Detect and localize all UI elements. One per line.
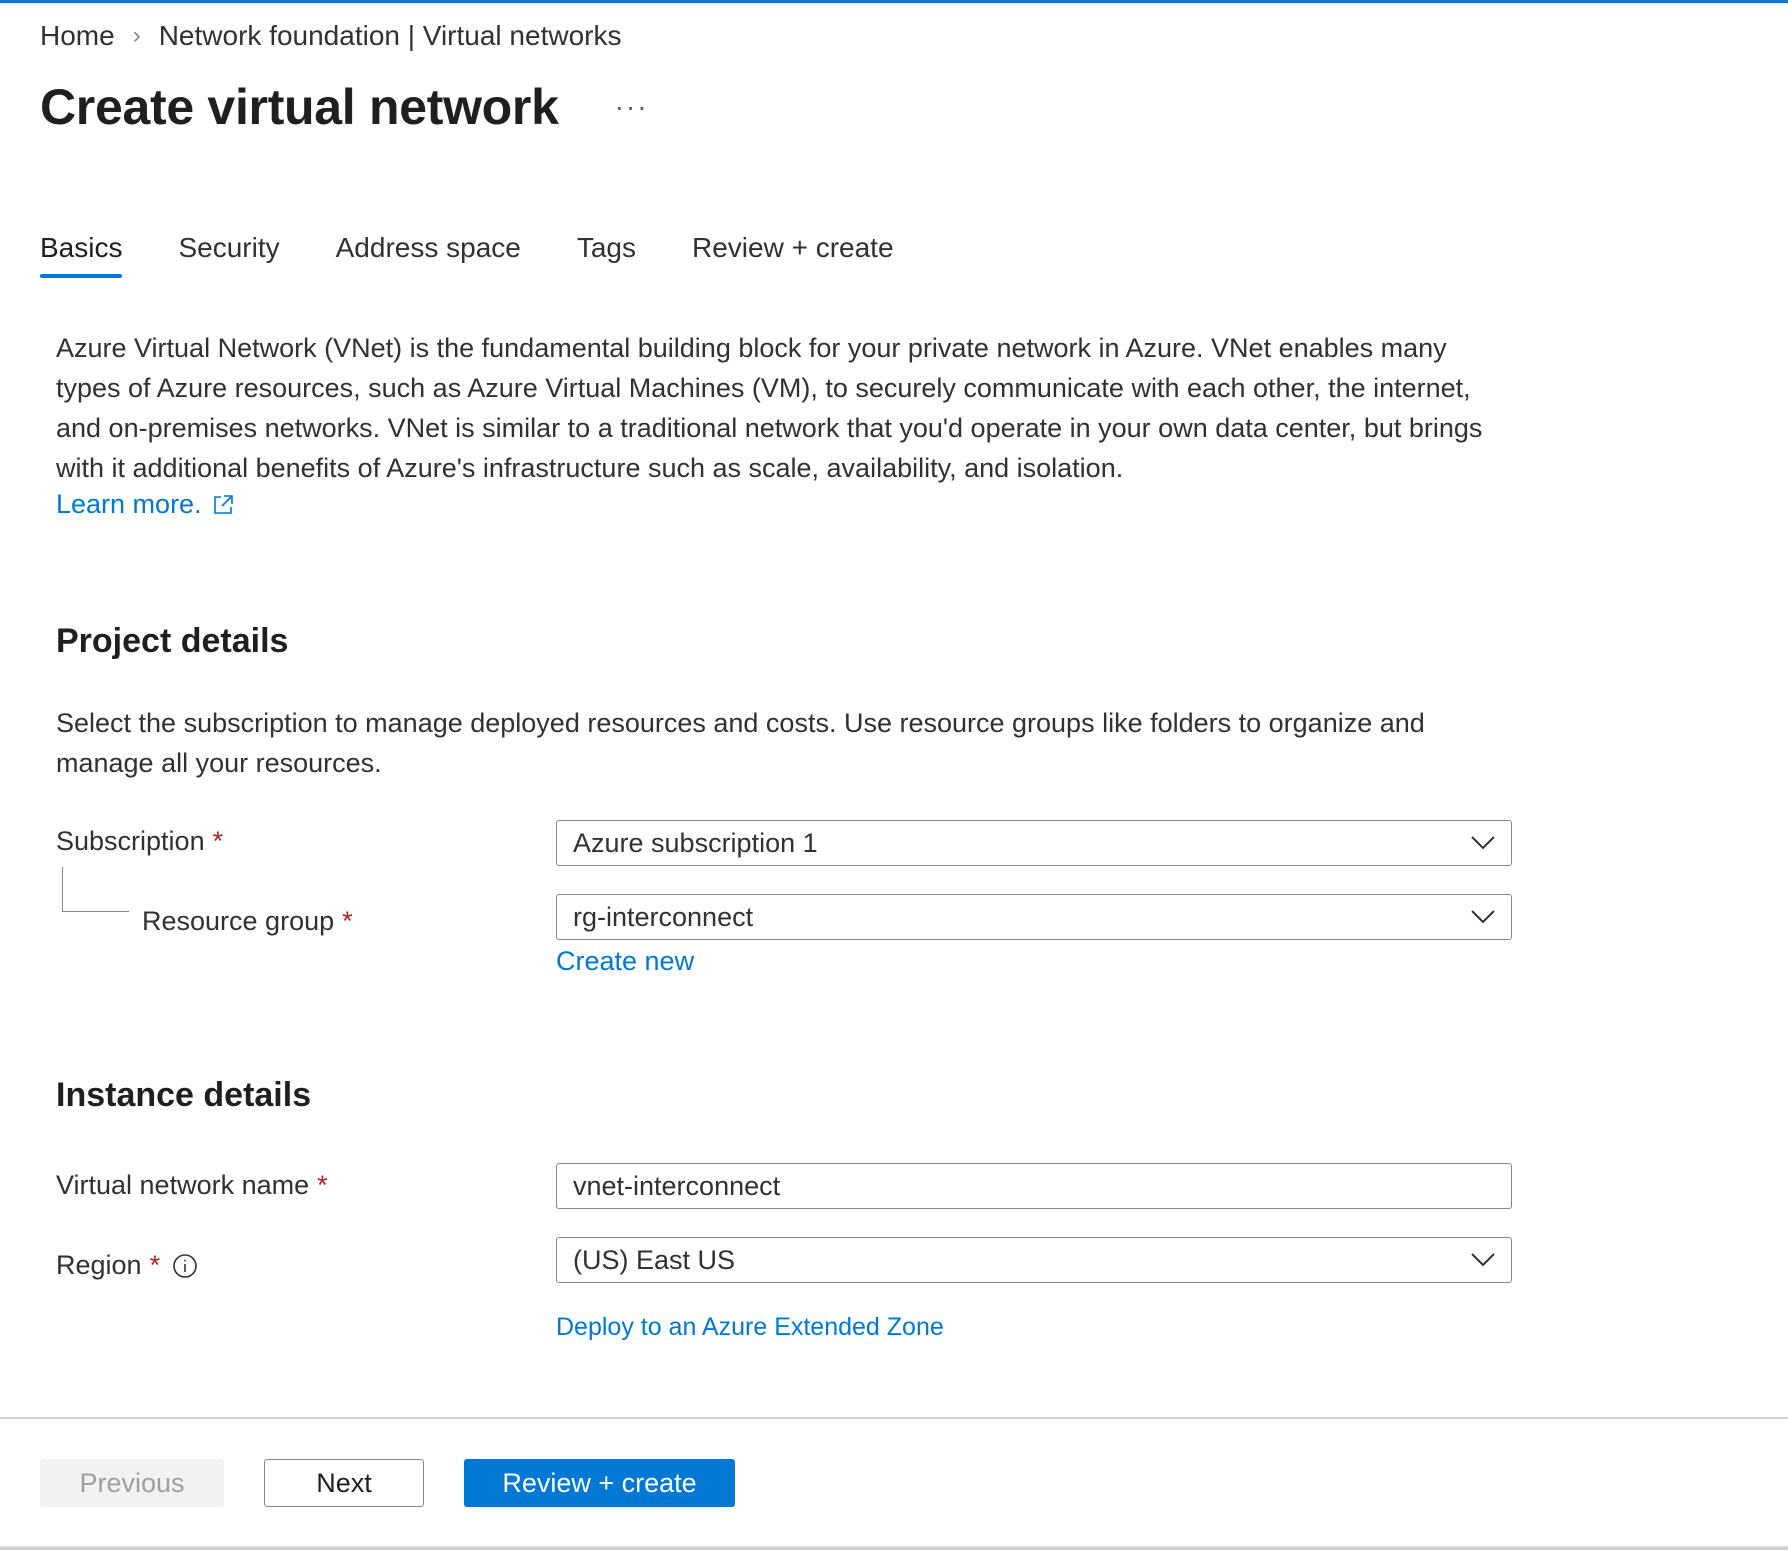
breadcrumb-parent-link[interactable]: Network foundation | Virtual networks xyxy=(159,20,622,52)
resource-group-label-text: Resource group xyxy=(142,906,335,936)
project-details-description: Select the subscription to manage deploy… xyxy=(56,708,1425,778)
top-accent-bar xyxy=(0,0,1788,3)
resource-group-dropdown[interactable]: rg-interconnect xyxy=(556,894,1512,940)
region-label-text: Region xyxy=(56,1250,142,1280)
subscription-dropdown[interactable]: Azure subscription 1 xyxy=(556,820,1512,866)
breadcrumb-home-link[interactable]: Home xyxy=(40,20,115,52)
project-details-heading: Project details xyxy=(56,622,289,660)
info-icon[interactable] xyxy=(172,1253,198,1279)
vnet-name-value: vnet-interconnect xyxy=(573,1170,781,1201)
region-label: Region * xyxy=(56,1250,198,1281)
region-dropdown[interactable]: (US) East US xyxy=(556,1237,1512,1283)
tab-tags[interactable]: Tags xyxy=(577,232,636,276)
resource-group-label: Resource group * xyxy=(142,906,353,937)
page-title: Create virtual network xyxy=(40,79,559,135)
bottom-edge xyxy=(0,1546,1788,1550)
tab-address-space[interactable]: Address space xyxy=(336,232,521,276)
vnet-name-input[interactable]: vnet-interconnect xyxy=(556,1163,1512,1209)
create-virtual-network-page: Home › Network foundation | Virtual netw… xyxy=(0,0,1788,1550)
chevron-down-icon xyxy=(1469,829,1497,857)
subscription-value: Azure subscription 1 xyxy=(573,827,818,858)
wizard-tabs: Basics Security Address space Tags Revie… xyxy=(40,232,950,278)
required-marker: * xyxy=(149,1250,161,1280)
tree-connector-line xyxy=(62,867,129,912)
vnet-name-label: Virtual network name * xyxy=(56,1170,328,1201)
chevron-down-icon xyxy=(1469,903,1497,931)
resource-group-value: rg-interconnect xyxy=(573,901,754,932)
intro-description: Azure Virtual Network (VNet) is the fund… xyxy=(56,333,1483,483)
footer-divider xyxy=(0,1417,1788,1419)
breadcrumb: Home › Network foundation | Virtual netw… xyxy=(40,20,621,52)
title-row: Create virtual network ··· xyxy=(40,78,655,136)
deploy-extended-zone-link[interactable]: Deploy to an Azure Extended Zone xyxy=(556,1313,944,1342)
learn-more-link[interactable]: Learn more. xyxy=(56,489,234,520)
vnet-name-label-text: Virtual network name xyxy=(56,1170,310,1200)
required-marker: * xyxy=(212,826,224,856)
breadcrumb-separator-icon: › xyxy=(132,22,141,49)
create-new-resource-group-link[interactable]: Create new xyxy=(556,946,694,977)
external-link-icon xyxy=(213,494,233,514)
tab-security[interactable]: Security xyxy=(178,232,279,276)
more-options-icon[interactable]: ··· xyxy=(609,91,655,123)
required-marker: * xyxy=(342,906,353,936)
chevron-down-icon xyxy=(1469,1246,1497,1274)
previous-button[interactable]: Previous xyxy=(40,1459,224,1507)
required-marker: * xyxy=(317,1170,328,1200)
review-create-button[interactable]: Review + create xyxy=(464,1459,735,1507)
subscription-label: Subscription * xyxy=(56,826,223,857)
subscription-label-text: Subscription xyxy=(56,826,205,856)
tab-basics[interactable]: Basics xyxy=(40,232,123,278)
tab-review-create[interactable]: Review + create xyxy=(692,232,894,276)
learn-more-label: Learn more. xyxy=(56,489,202,519)
next-button[interactable]: Next xyxy=(264,1459,424,1507)
instance-details-heading: Instance details xyxy=(56,1076,312,1114)
region-value: (US) East US xyxy=(573,1244,736,1275)
